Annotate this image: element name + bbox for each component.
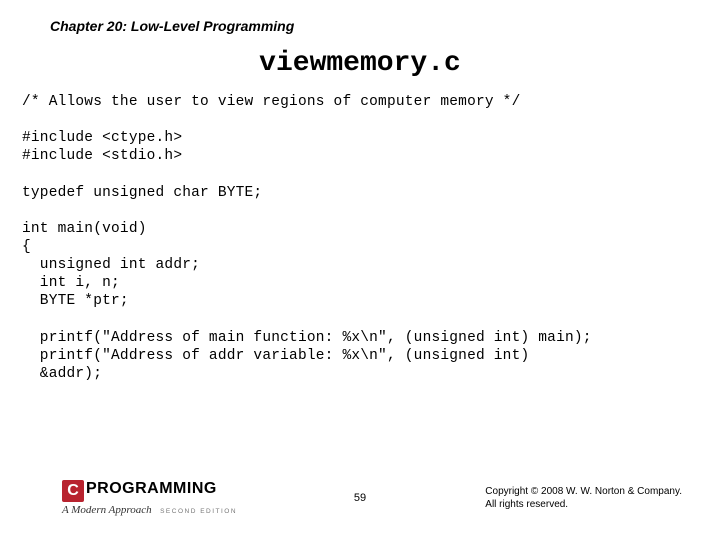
copyright-line1: Copyright © 2008 W. W. Norton & Company. (485, 485, 682, 498)
copyright: Copyright © 2008 W. W. Norton & Company.… (485, 485, 682, 511)
slide-title: viewmemory.c (0, 48, 720, 79)
code-block: /* Allows the user to view regions of co… (0, 93, 720, 383)
footer: C PROGRAMMING A Modern Approach SECOND E… (0, 478, 720, 518)
logo-c-icon: C (62, 480, 84, 502)
page-number: 59 (354, 492, 366, 504)
book-logo: C PROGRAMMING A Modern Approach SECOND E… (62, 478, 237, 518)
logo-edition: SECOND EDITION (160, 508, 237, 515)
logo-subtitle: A Modern Approach (62, 504, 152, 516)
copyright-line2: All rights reserved. (485, 498, 682, 511)
logo-word: PROGRAMMING (86, 480, 217, 498)
chapter-heading: Chapter 20: Low-Level Programming (50, 18, 720, 34)
